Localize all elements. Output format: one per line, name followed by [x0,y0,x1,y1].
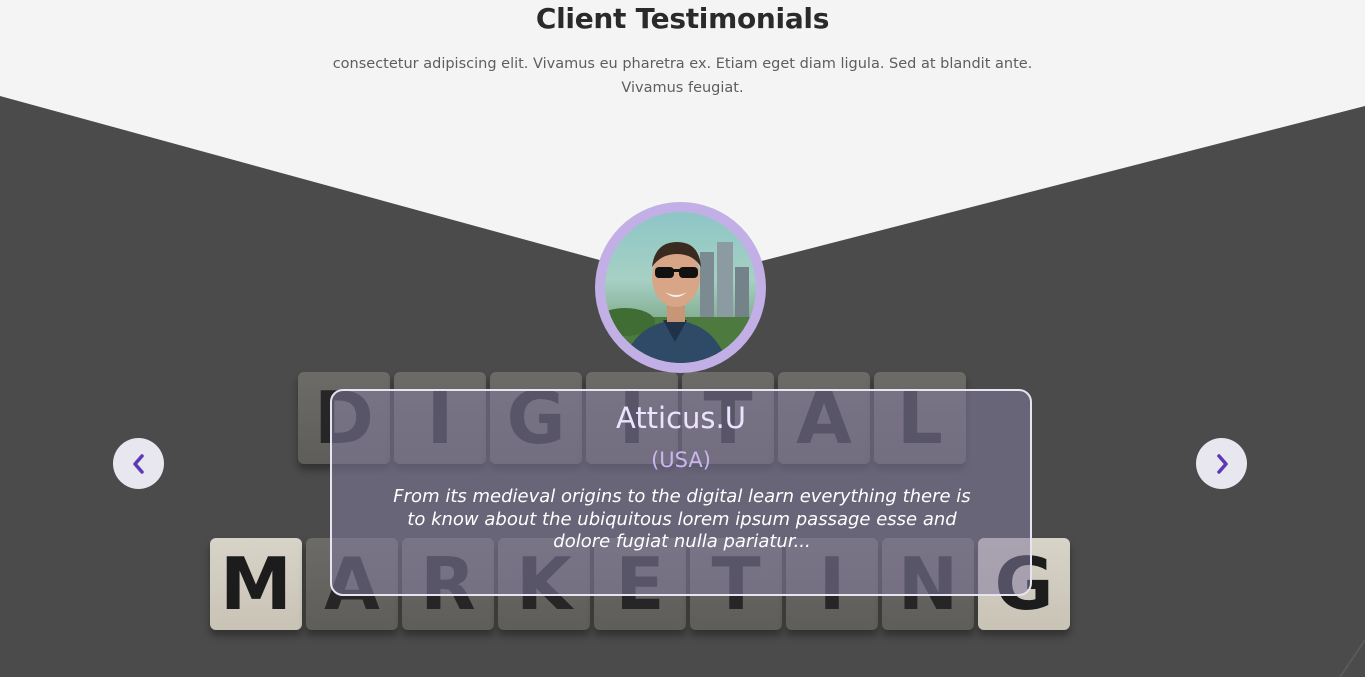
avatar-ring [595,202,766,373]
avatar [605,212,756,363]
carousel-prev-button[interactable] [113,438,164,489]
testimonial-card: Atticus.U (USA) From its medieval origin… [330,389,1032,596]
chevron-right-icon [1216,453,1228,474]
client-country: (USA) [651,448,711,472]
chevron-left-icon [132,453,144,474]
section-subtitle: consectetur adipiscing elit. Vivamus eu … [332,56,1033,96]
testimonial-quote: From its medieval origins to the digital… [393,486,971,552]
section-title: Client Testimonials [535,2,830,35]
avatar-photo [605,242,756,363]
client-name: Atticus.U [615,401,746,435]
carousel-next-button[interactable] [1196,438,1247,489]
background-tile: M [210,538,302,630]
